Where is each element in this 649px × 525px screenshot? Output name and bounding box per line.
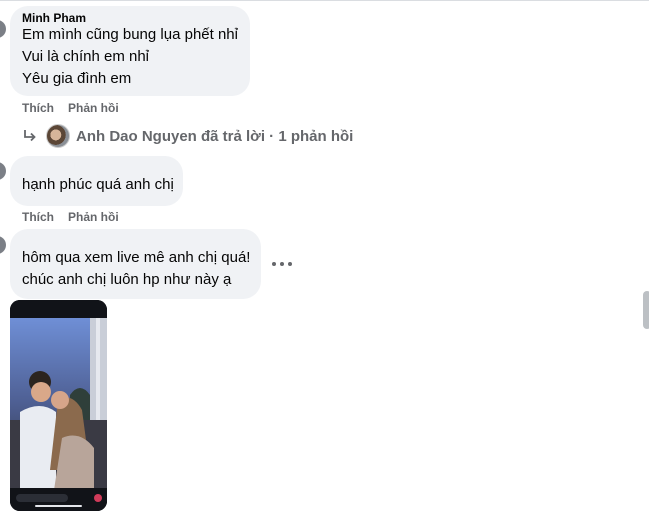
reply-summary: Anh Dao Nguyen đã trả lời · 1 phản hồi bbox=[76, 127, 354, 145]
comment-bubble: hạnh phúc quá anh chị bbox=[10, 156, 183, 206]
comment-text-line: Yêu gia đình em bbox=[22, 70, 132, 87]
comment-actions: Thích Phản hồi bbox=[22, 101, 133, 115]
comment-text-line: chúc anh chị luôn hp như này ạ bbox=[22, 271, 232, 288]
avatar[interactable] bbox=[0, 162, 6, 180]
photo-image bbox=[10, 300, 107, 511]
reply-button[interactable]: Phản hồi bbox=[68, 210, 119, 224]
reply-arrow-icon bbox=[24, 130, 36, 142]
avatar[interactable] bbox=[0, 20, 6, 38]
comment-photo[interactable] bbox=[10, 300, 107, 511]
view-replies-link[interactable]: Anh Dao Nguyen đã trả lời · 1 phản hồi bbox=[22, 124, 353, 148]
reply-button[interactable]: Phản hồi bbox=[68, 101, 119, 115]
comment-text-line: Em mình cũng bung lụa phết nhỉ bbox=[22, 26, 238, 43]
top-border bbox=[0, 0, 649, 5]
scrollbar-thumb[interactable] bbox=[643, 291, 649, 329]
comment-author[interactable] bbox=[22, 162, 171, 174]
comment-text-line: Vui là chính em nhỉ bbox=[22, 48, 150, 65]
avatar[interactable] bbox=[0, 236, 6, 254]
comment-actions: Thích Phản hồi bbox=[22, 210, 133, 224]
comment-bubble: hôm qua xem live mê anh chị quá! chúc an… bbox=[10, 229, 261, 299]
comment-author[interactable]: Minh Pham bbox=[22, 12, 238, 24]
more-options-icon[interactable] bbox=[272, 256, 292, 272]
like-button[interactable]: Thích bbox=[22, 101, 54, 115]
comment-text-line: hôm qua xem live mê anh chị quá! bbox=[22, 249, 251, 266]
scrollbar-track[interactable] bbox=[641, 4, 649, 525]
like-button[interactable]: Thích bbox=[22, 210, 54, 224]
comment-text-line: hạnh phúc quá anh chị bbox=[22, 176, 174, 193]
comment-author[interactable] bbox=[22, 235, 249, 247]
comment-bubble: Minh Pham Em mình cũng bung lụa phết nhỉ… bbox=[10, 6, 250, 96]
avatar bbox=[46, 124, 70, 148]
